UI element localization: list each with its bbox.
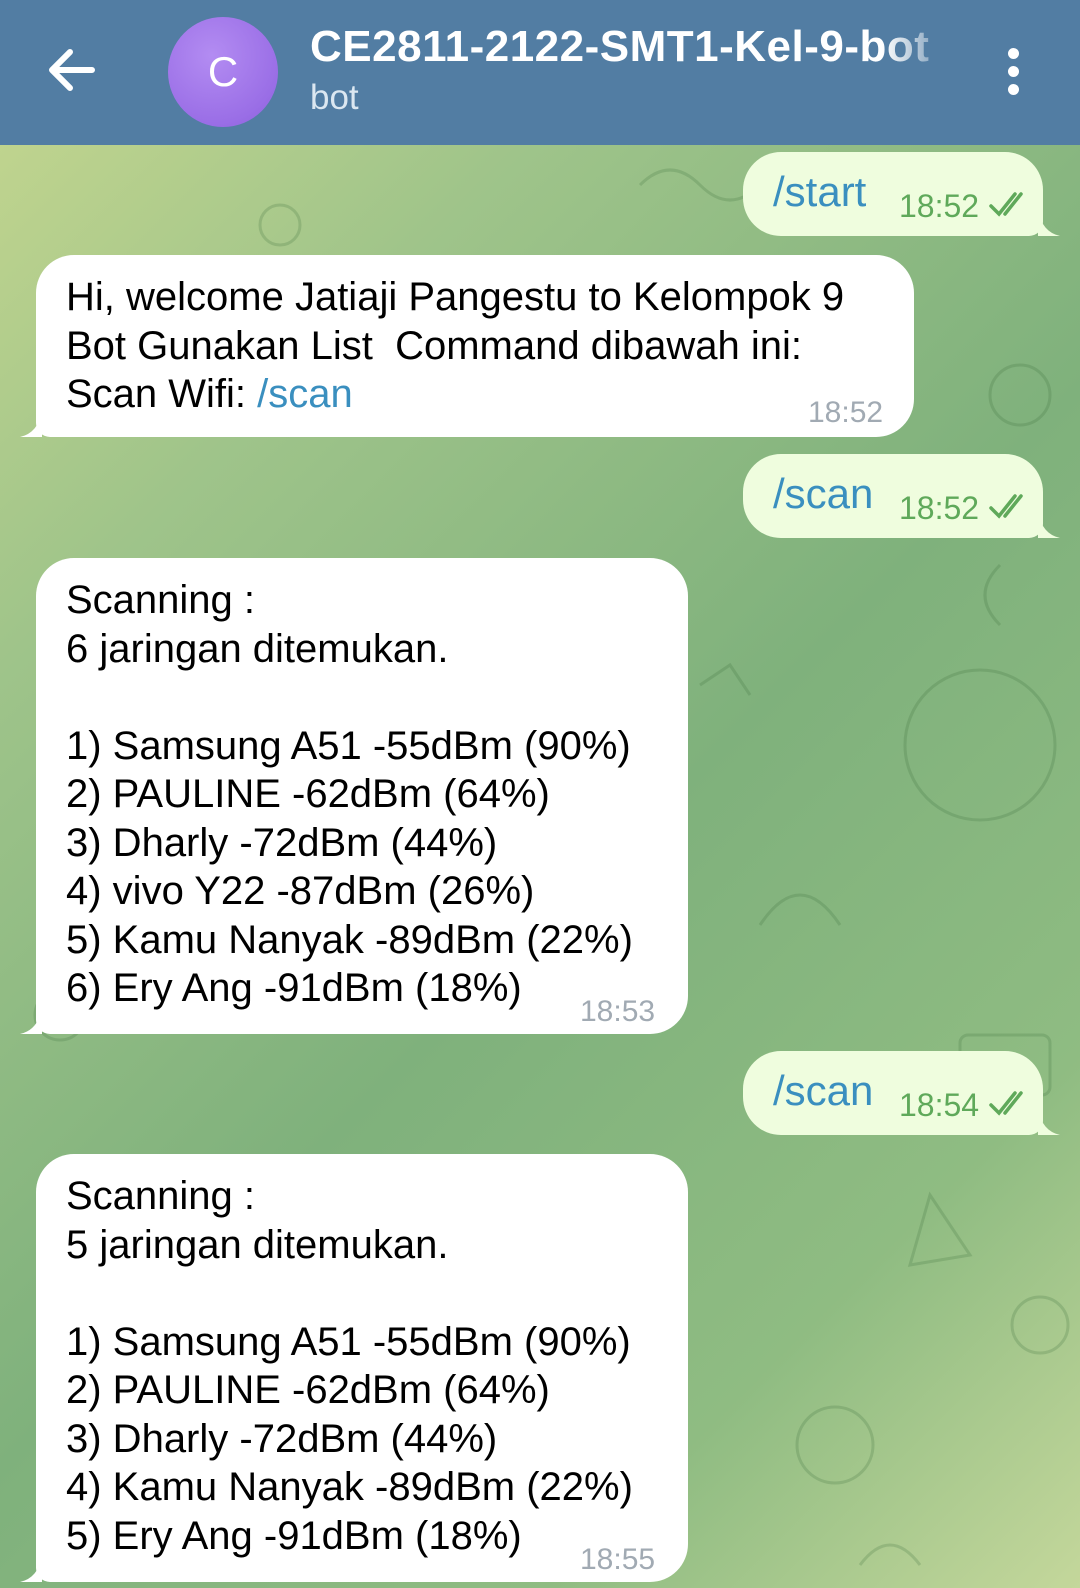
wifi-network-item: 1) Samsung A51 -55dBm (90%)	[66, 1319, 631, 1364]
wifi-network-item: 2) PAULINE -62dBm (64%)	[66, 1368, 550, 1412]
outgoing-message[interactable]: /start 18:52	[743, 152, 1043, 236]
double-check-icon	[989, 192, 1023, 217]
incoming-message[interactable]: Hi, welcome Jatiaji Pangestu to Kelompok…	[36, 255, 914, 437]
wifi-network-item: 1) Samsung A51 -55dBm (90%)	[66, 723, 631, 768]
scan-command-link[interactable]: /scan	[257, 372, 353, 416]
message-time: 18:52	[899, 490, 980, 526]
incoming-message[interactable]: Scanning : 6 jaringan ditemukan. 1) Sams…	[36, 558, 688, 1034]
message-time: 18:53	[580, 995, 656, 1028]
double-check-icon	[989, 494, 1023, 519]
wifi-network-item: 4) vivo Y22 -87dBm (26%)	[66, 869, 535, 913]
bubble-tail	[20, 1556, 42, 1582]
message-time: 18:55	[580, 1543, 656, 1576]
message-line: Scanning :	[66, 1174, 256, 1218]
message-line	[66, 1269, 658, 1318]
message-line: 5 jaringan ditemukan.	[66, 1222, 449, 1267]
message-time: 18:54	[899, 1087, 980, 1123]
bubble-tail	[20, 1008, 42, 1034]
arrow-left-icon[interactable]	[42, 40, 102, 100]
message-text[interactable]: /scan	[773, 1067, 873, 1115]
wifi-network-item: 3) Dharly -72dBm (44%)	[66, 820, 498, 865]
message-line: Scan Wifi: /scan	[66, 370, 884, 419]
wifi-network-item: 6) Ery Ang -91dBm (18%)	[66, 966, 522, 1010]
wifi-network-item: 5) Ery Ang -91dBm (18%)	[66, 1513, 522, 1558]
wifi-network-item: 2) PAULINE -62dBm (64%)	[66, 772, 550, 816]
message-text[interactable]: /scan	[773, 470, 873, 518]
bubble-tail	[1038, 210, 1060, 236]
outgoing-message[interactable]: /scan 18:54	[743, 1051, 1043, 1135]
message-line	[66, 673, 658, 722]
bubble-tail	[1038, 512, 1060, 538]
chat-title[interactable]: CE2811-2122-SMT1-Kel-9-bot	[310, 22, 960, 76]
wifi-network-item: 4) Kamu Nanyak -89dBm (22%)	[66, 1465, 633, 1509]
message-text[interactable]: /start	[773, 168, 866, 216]
more-vertical-icon[interactable]	[1006, 48, 1020, 96]
message-time: 18:52	[808, 396, 884, 429]
command-label: Scan Wifi:	[66, 372, 258, 416]
double-check-icon	[989, 1091, 1023, 1116]
message-time: 18:52	[899, 188, 980, 224]
chat-subtitle: bot	[310, 78, 359, 117]
incoming-message[interactable]: Scanning : 5 jaringan ditemukan. 1) Sams…	[36, 1154, 688, 1582]
bubble-tail	[20, 411, 42, 437]
outgoing-message[interactable]: /scan 18:52	[743, 454, 1043, 538]
chat-header: C CE2811-2122-SMT1-Kel-9-bot bot	[0, 0, 1080, 145]
message-line: Scanning :	[66, 578, 256, 622]
message-line: Bot Gunakan List Command dibawah ini:	[66, 323, 802, 368]
avatar[interactable]: C	[168, 17, 278, 127]
bubble-tail	[1038, 1109, 1060, 1135]
wifi-network-item: 3) Dharly -72dBm (44%)	[66, 1416, 498, 1461]
message-line: Hi, welcome Jatiaji Pangestu to Kelompok…	[66, 275, 845, 319]
wifi-network-item: 5) Kamu Nanyak -89dBm (22%)	[66, 917, 633, 962]
message-line: 6 jaringan ditemukan.	[66, 626, 449, 671]
